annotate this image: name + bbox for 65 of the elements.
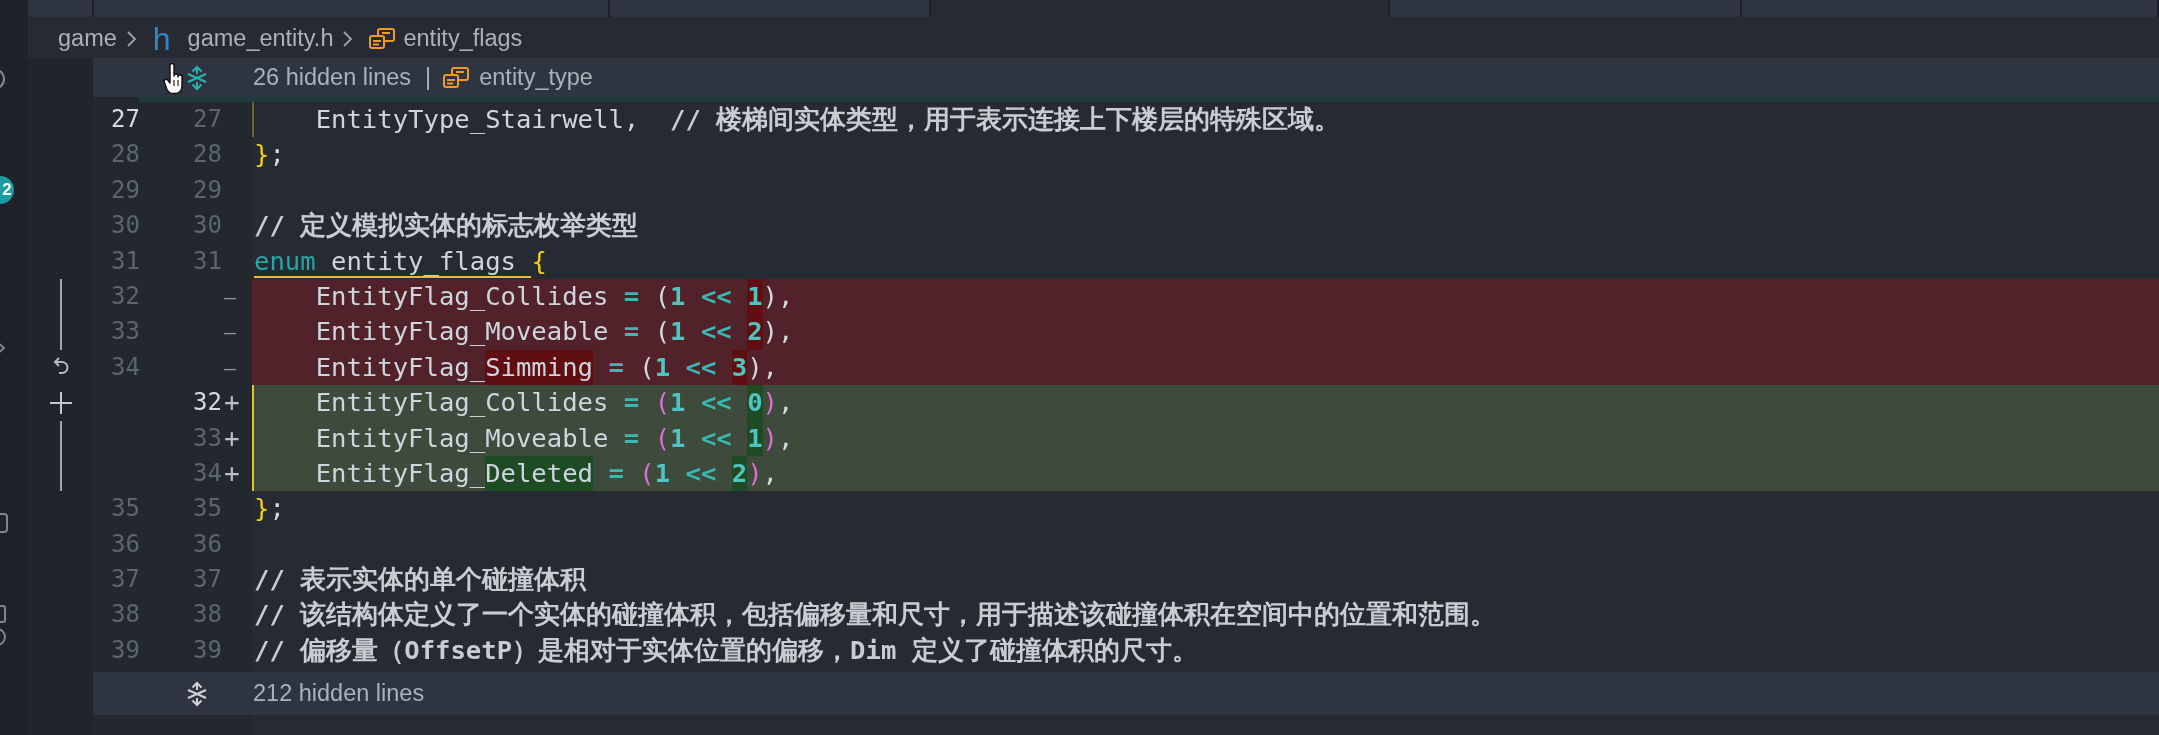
code-line: EntityFlag_Moveable = (1 << 2),: [254, 314, 794, 350]
line-number: 37: [111, 565, 140, 594]
line-number: 27: [111, 105, 140, 133]
notification-badge: 2: [0, 176, 14, 204]
separator-text: |: [425, 64, 432, 91]
ring-icon[interactable]: [0, 627, 6, 647]
chevron-right-icon: [126, 30, 137, 47]
code-line: // 偏移量（OffsetP）是相对于实体位置的偏移，Dim 定义了碰撞体积的尺寸。: [254, 633, 1198, 667]
breadcrumb-item[interactable]: game_entity.h: [187, 25, 334, 52]
diff-marker: +: [224, 422, 240, 453]
ring-icon[interactable]: [0, 67, 5, 91]
code-line: // 表示实体的单个碰撞体积: [254, 563, 587, 597]
code-line: EntityFlag_Collides = (1 << 1),: [254, 278, 794, 315]
file-type-icon: h: [152, 21, 171, 56]
line-number: 35: [193, 494, 222, 523]
code-line: enum entity_flags {: [254, 244, 547, 278]
line-number: 32: [111, 281, 140, 310]
symbol-name[interactable]: entity_type: [479, 64, 593, 91]
line-number: 33: [193, 423, 222, 452]
symbol-icon: [443, 66, 470, 89]
code-line: // 该结构体定义了一个实体的碰撞体积，包括偏移量和尺寸，用于描述该碰撞体积在空间中的位置和范围。: [254, 598, 1497, 632]
unfold-icon[interactable]: [186, 64, 208, 91]
diff-marker: +: [224, 457, 240, 488]
line-number: 39: [193, 635, 222, 664]
line-number: 29: [193, 175, 222, 204]
breadcrumb-item[interactable]: entity_flags: [403, 25, 523, 52]
code-line: EntityFlag_Simming = (1 << 3),: [254, 349, 778, 386]
line-number: 38: [193, 600, 222, 629]
line-number: 35: [111, 494, 140, 523]
chevron-right-icon: [343, 30, 354, 47]
code-line: EntityFlag_Deleted = (1 << 2),: [254, 455, 778, 492]
hand-cursor-icon: [163, 63, 185, 95]
code-line: EntityFlag_Moveable = (1 << 1),: [254, 420, 794, 456]
line-number: 36: [111, 529, 140, 558]
hidden-lines-label[interactable]: 26 hidden lines: [253, 64, 412, 91]
line-number: 29: [111, 175, 140, 204]
line-number: 30: [193, 211, 222, 240]
code-line: EntityType_Stairwell, // 楼梯间实体类型，用于表示连接上下楼层的特殊区域。: [314, 103, 1341, 136]
code-line: };: [254, 492, 285, 526]
code-line: // 定义模拟实体的标志枚举类型: [254, 209, 639, 243]
breadcrumb-item[interactable]: game: [58, 25, 117, 52]
diff-marker: —: [224, 320, 237, 345]
line-number: 27: [193, 105, 222, 133]
line-number: 37: [193, 565, 222, 594]
diff-marker: +: [224, 387, 240, 418]
line-number: 32: [193, 388, 222, 417]
line-number: 39: [111, 635, 140, 664]
line-number: 31: [193, 246, 222, 275]
diff-marker: —: [224, 355, 237, 380]
line-number: 38: [111, 600, 140, 629]
diff-marker: —: [224, 284, 237, 309]
code-line: };: [254, 138, 285, 172]
line-number: 34: [193, 458, 222, 487]
line-number: 34: [111, 352, 140, 381]
line-number: 33: [111, 317, 140, 346]
line-number: 28: [111, 140, 140, 169]
line-number: 28: [193, 140, 222, 169]
line-number: 31: [111, 246, 140, 275]
plus-icon[interactable]: [48, 390, 73, 415]
line-number: 30: [111, 211, 140, 240]
code-line: EntityFlag_Collides = (1 << 0),: [254, 385, 794, 421]
hidden-lines-label[interactable]: 212 hidden lines: [253, 680, 425, 708]
unfold-icon[interactable]: [186, 680, 208, 707]
line-number: 36: [193, 529, 222, 558]
symbol-icon: [369, 27, 396, 50]
